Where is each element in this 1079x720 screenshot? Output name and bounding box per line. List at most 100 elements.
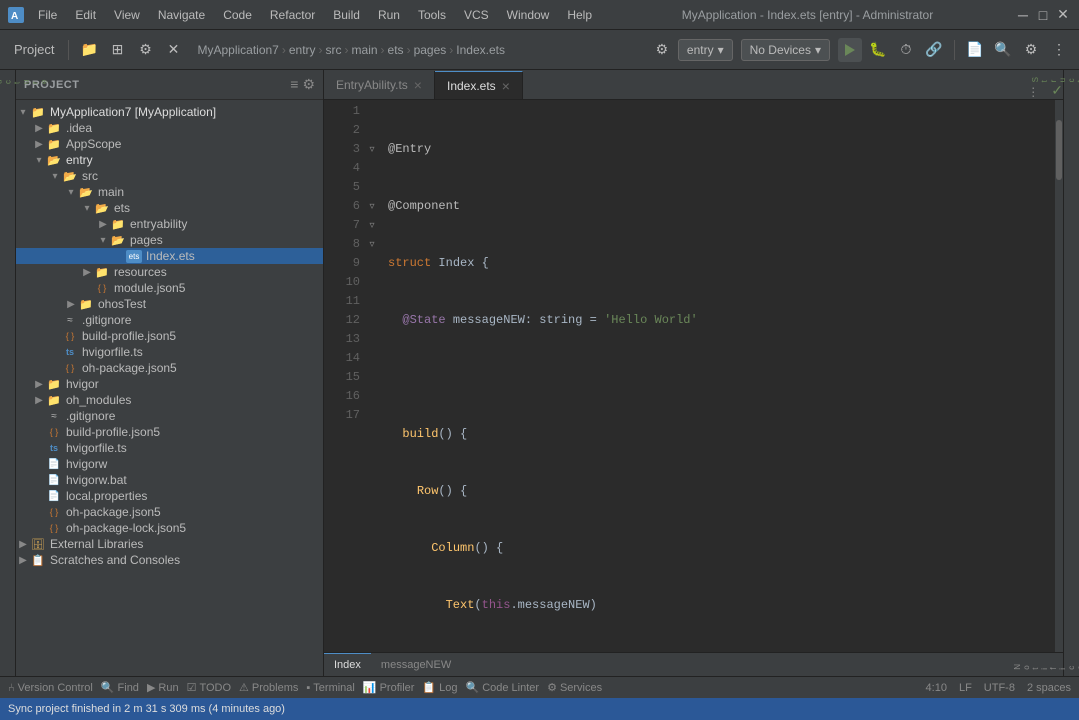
tree-item-appscope[interactable]: ▶ 📁 AppScope — [16, 136, 323, 152]
code-editor[interactable]: 1 2 3 4 5 6 7 8 9 10 11 12 13 14 15 16 1… — [324, 100, 1063, 652]
services-button[interactable]: ⚙ Services — [547, 681, 602, 694]
tree-item-entryability[interactable]: ▶ 📁 entryability — [16, 216, 323, 232]
close-panel-icon[interactable]: ✕ — [161, 38, 185, 62]
close-button[interactable]: ✕ — [1055, 7, 1071, 23]
debug-icon[interactable]: 🐛 — [866, 38, 890, 62]
fold-7[interactable]: ▿ — [364, 216, 380, 235]
menu-window[interactable]: Window — [499, 6, 558, 24]
more-icon[interactable]: ⋮ — [1047, 38, 1071, 62]
tree-item-idea[interactable]: ▶ 📁 .idea — [16, 120, 323, 136]
breadcrumb-indexets[interactable]: Index.ets — [456, 43, 505, 57]
menu-build[interactable]: Build — [325, 6, 368, 24]
position-status[interactable]: 4:10 — [926, 682, 947, 694]
tab-close-indexets[interactable]: × — [502, 78, 510, 94]
breadcrumb-pages[interactable]: pages — [414, 43, 447, 57]
settings2-icon[interactable]: ⚙ — [1019, 38, 1043, 62]
menu-run[interactable]: Run — [370, 6, 408, 24]
tab-close-entryability[interactable]: × — [414, 77, 422, 93]
tree-item-entry[interactable]: ▾ 📂 entry — [16, 152, 323, 168]
tree-item-hvigorfile2[interactable]: ts hvigorfile.ts — [16, 440, 323, 456]
tab-entryability[interactable]: EntryAbility.ts × — [324, 71, 435, 99]
tree-item-hvigorw[interactable]: 📄 hvigorw — [16, 456, 323, 472]
menu-vcs[interactable]: VCS — [456, 6, 497, 24]
bottom-tab-messagenew[interactable]: messageNEW — [371, 653, 461, 676]
structure-right-icon[interactable]: Structure — [1029, 74, 1079, 84]
bottom-tab-index[interactable]: Index — [324, 653, 371, 676]
tree-item-ohpackage2[interactable]: { } oh-package.json5 — [16, 504, 323, 520]
menu-help[interactable]: Help — [559, 6, 600, 24]
code-content[interactable]: @Entry @Component struct Index { @State … — [380, 100, 1055, 652]
find-button[interactable]: 🔍 Find — [101, 681, 139, 694]
problems-button[interactable]: ⚠ Problems — [239, 681, 298, 694]
vcs-button[interactable]: ⑃ Version Control — [8, 682, 93, 694]
tree-item-ohpackagelock[interactable]: { } oh-package-lock.json5 — [16, 520, 323, 536]
tree-item-hvigor[interactable]: ▶ 📁 hvigor — [16, 376, 323, 392]
layout-icon[interactable]: ⊞ — [105, 38, 129, 62]
encoding-status[interactable]: UTF-8 — [984, 682, 1015, 694]
folder-icon[interactable]: 📁 — [77, 38, 101, 62]
menu-edit[interactable]: Edit — [67, 6, 104, 24]
notifications-right-icon[interactable]: Notifications — [1011, 661, 1079, 672]
menu-code[interactable]: Code — [215, 6, 260, 24]
menu-tools[interactable]: Tools — [410, 6, 454, 24]
todo-button[interactable]: ☑ TODO — [187, 681, 231, 694]
codelinter-button[interactable]: 🔍 Code Linter — [465, 681, 539, 694]
tab-more-button[interactable]: ⋮ — [1019, 85, 1047, 99]
terminal-button[interactable]: ▪ Terminal — [306, 682, 354, 694]
search-icon[interactable]: 🔍 — [991, 38, 1015, 62]
tree-item-gitignore[interactable]: ≈ .gitignore — [16, 312, 323, 328]
tree-item-buildprofile[interactable]: { } build-profile.json5 — [16, 328, 323, 344]
lf-status[interactable]: LF — [959, 682, 972, 694]
tree-item-buildprofile2[interactable]: { } build-profile.json5 — [16, 424, 323, 440]
profiler-button[interactable]: 📊 Profiler — [363, 681, 415, 694]
gear-icon[interactable]: ⚙ — [650, 38, 674, 62]
minimize-button[interactable]: ─ — [1015, 7, 1031, 23]
tree-item-modulejson[interactable]: { } module.json5 — [16, 280, 323, 296]
fold-3[interactable]: ▿ — [364, 140, 380, 159]
tree-item-gitignore2[interactable]: ≈ .gitignore — [16, 408, 323, 424]
tree-item-ohpackage[interactable]: { } oh-package.json5 — [16, 360, 323, 376]
tree-item-main[interactable]: ▾ 📂 main — [16, 184, 323, 200]
device-selector[interactable]: entry ▾ — [678, 39, 733, 61]
tree-item-localprop[interactable]: 📄 local.properties — [16, 488, 323, 504]
no-devices-dropdown[interactable]: No Devices ▾ — [741, 39, 830, 61]
scrollbar-thumb[interactable] — [1056, 120, 1062, 180]
run-status-button[interactable]: ▶ Run — [147, 681, 179, 694]
tree-item-scratches[interactable]: ▶ 📋 Scratches and Consoles — [16, 552, 323, 568]
menu-navigate[interactable]: Navigate — [150, 6, 213, 24]
tree-item-resources[interactable]: ▶ 📁 resources — [16, 264, 323, 280]
tree-item-hvigorfile[interactable]: ts hvigorfile.ts — [16, 344, 323, 360]
fold-6[interactable]: ▿ — [364, 197, 380, 216]
editor-scrollbar[interactable] — [1055, 100, 1063, 652]
log-button[interactable]: 📋 Log — [422, 681, 457, 694]
tree-item-ets[interactable]: ▾ 📂 ets — [16, 200, 323, 216]
project-label[interactable]: Project — [8, 40, 60, 59]
run-button[interactable] — [838, 38, 862, 62]
attach-icon[interactable]: 🔗 — [922, 38, 946, 62]
indent-status[interactable]: 2 spaces — [1027, 682, 1071, 694]
menu-file[interactable]: File — [30, 6, 65, 24]
settings-icon[interactable]: ⚙ — [133, 38, 157, 62]
breadcrumb-main[interactable]: main — [352, 43, 378, 57]
breadcrumb-src[interactable]: src — [326, 43, 342, 57]
tree-item-extlibs[interactable]: ▶ 🗄 External Libraries — [16, 536, 323, 552]
breadcrumb-app[interactable]: MyApplication7 — [197, 43, 278, 57]
search-file-icon[interactable]: 📄 — [963, 38, 987, 62]
maximize-button[interactable]: □ — [1035, 7, 1051, 23]
breadcrumb-ets[interactable]: ets — [388, 43, 404, 57]
tree-item-hvigorwbat[interactable]: 📄 hvigorw.bat — [16, 472, 323, 488]
menu-refactor[interactable]: Refactor — [262, 6, 323, 24]
tree-item-ohmodules[interactable]: ▶ 📁 oh_modules — [16, 392, 323, 408]
menu-view[interactable]: View — [106, 6, 148, 24]
collapse-all-icon[interactable]: ≡ — [290, 76, 298, 93]
structure-side-icon[interactable]: Structure — [1, 74, 15, 88]
profile-icon[interactable]: ⏱ — [894, 38, 918, 62]
tree-item-indexets[interactable]: ets Index.ets — [16, 248, 323, 264]
tree-item-pages[interactable]: ▾ 📂 pages — [16, 232, 323, 248]
breadcrumb-entry[interactable]: entry — [289, 43, 316, 57]
fold-8[interactable]: ▿ — [364, 235, 380, 254]
tree-item-ohostest[interactable]: ▶ 📁 ohosTest — [16, 296, 323, 312]
tab-indexets[interactable]: Index.ets × — [435, 71, 523, 99]
tree-item-src[interactable]: ▾ 📂 src — [16, 168, 323, 184]
settings-tree-icon[interactable]: ⚙ — [302, 76, 315, 93]
